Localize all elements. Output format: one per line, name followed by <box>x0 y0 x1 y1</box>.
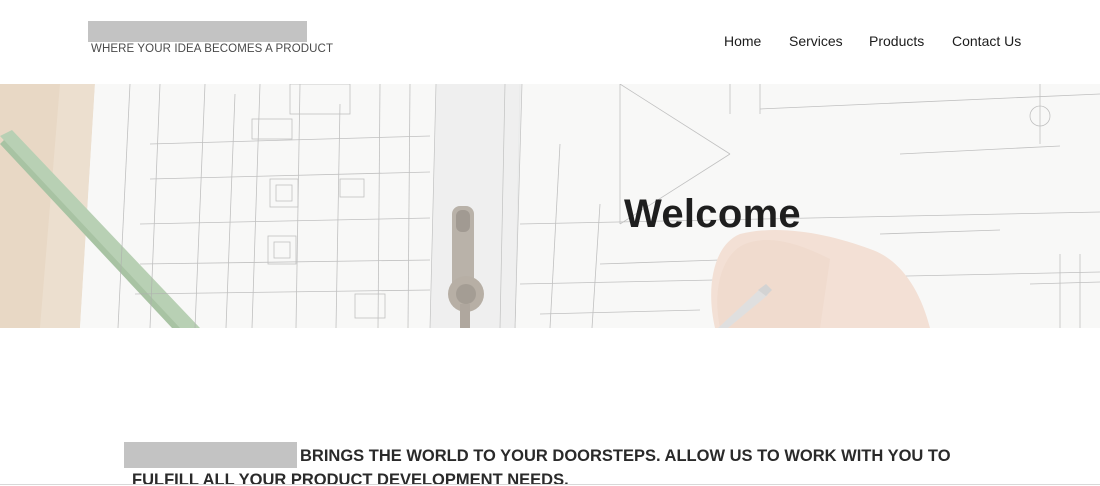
nav-products-link[interactable]: Products <box>869 33 924 49</box>
intro-text: BRINGS THE WORLD TO YOUR DOORSTEPS. ALLO… <box>124 442 951 486</box>
site-header: WHERE YOUR IDEA BECOMES A PRODUCT Home S… <box>0 0 1100 84</box>
nav-home-link[interactable]: Home <box>724 33 761 49</box>
hero-banner: Welcome <box>0 84 1100 328</box>
nav-contact-link[interactable]: Contact Us <box>952 33 1021 49</box>
nav-services-link[interactable]: Services <box>789 33 843 49</box>
intro-text-line1: BRINGS THE WORLD TO YOUR DOORSTEPS. ALLO… <box>300 447 951 465</box>
logo-redacted[interactable] <box>88 21 307 42</box>
fold-divider <box>0 484 1100 485</box>
blueprint-background-image <box>0 84 1100 328</box>
site-tagline: WHERE YOUR IDEA BECOMES A PRODUCT <box>91 43 334 55</box>
hero-title: Welcome <box>624 192 801 236</box>
company-name-redacted <box>124 442 297 468</box>
